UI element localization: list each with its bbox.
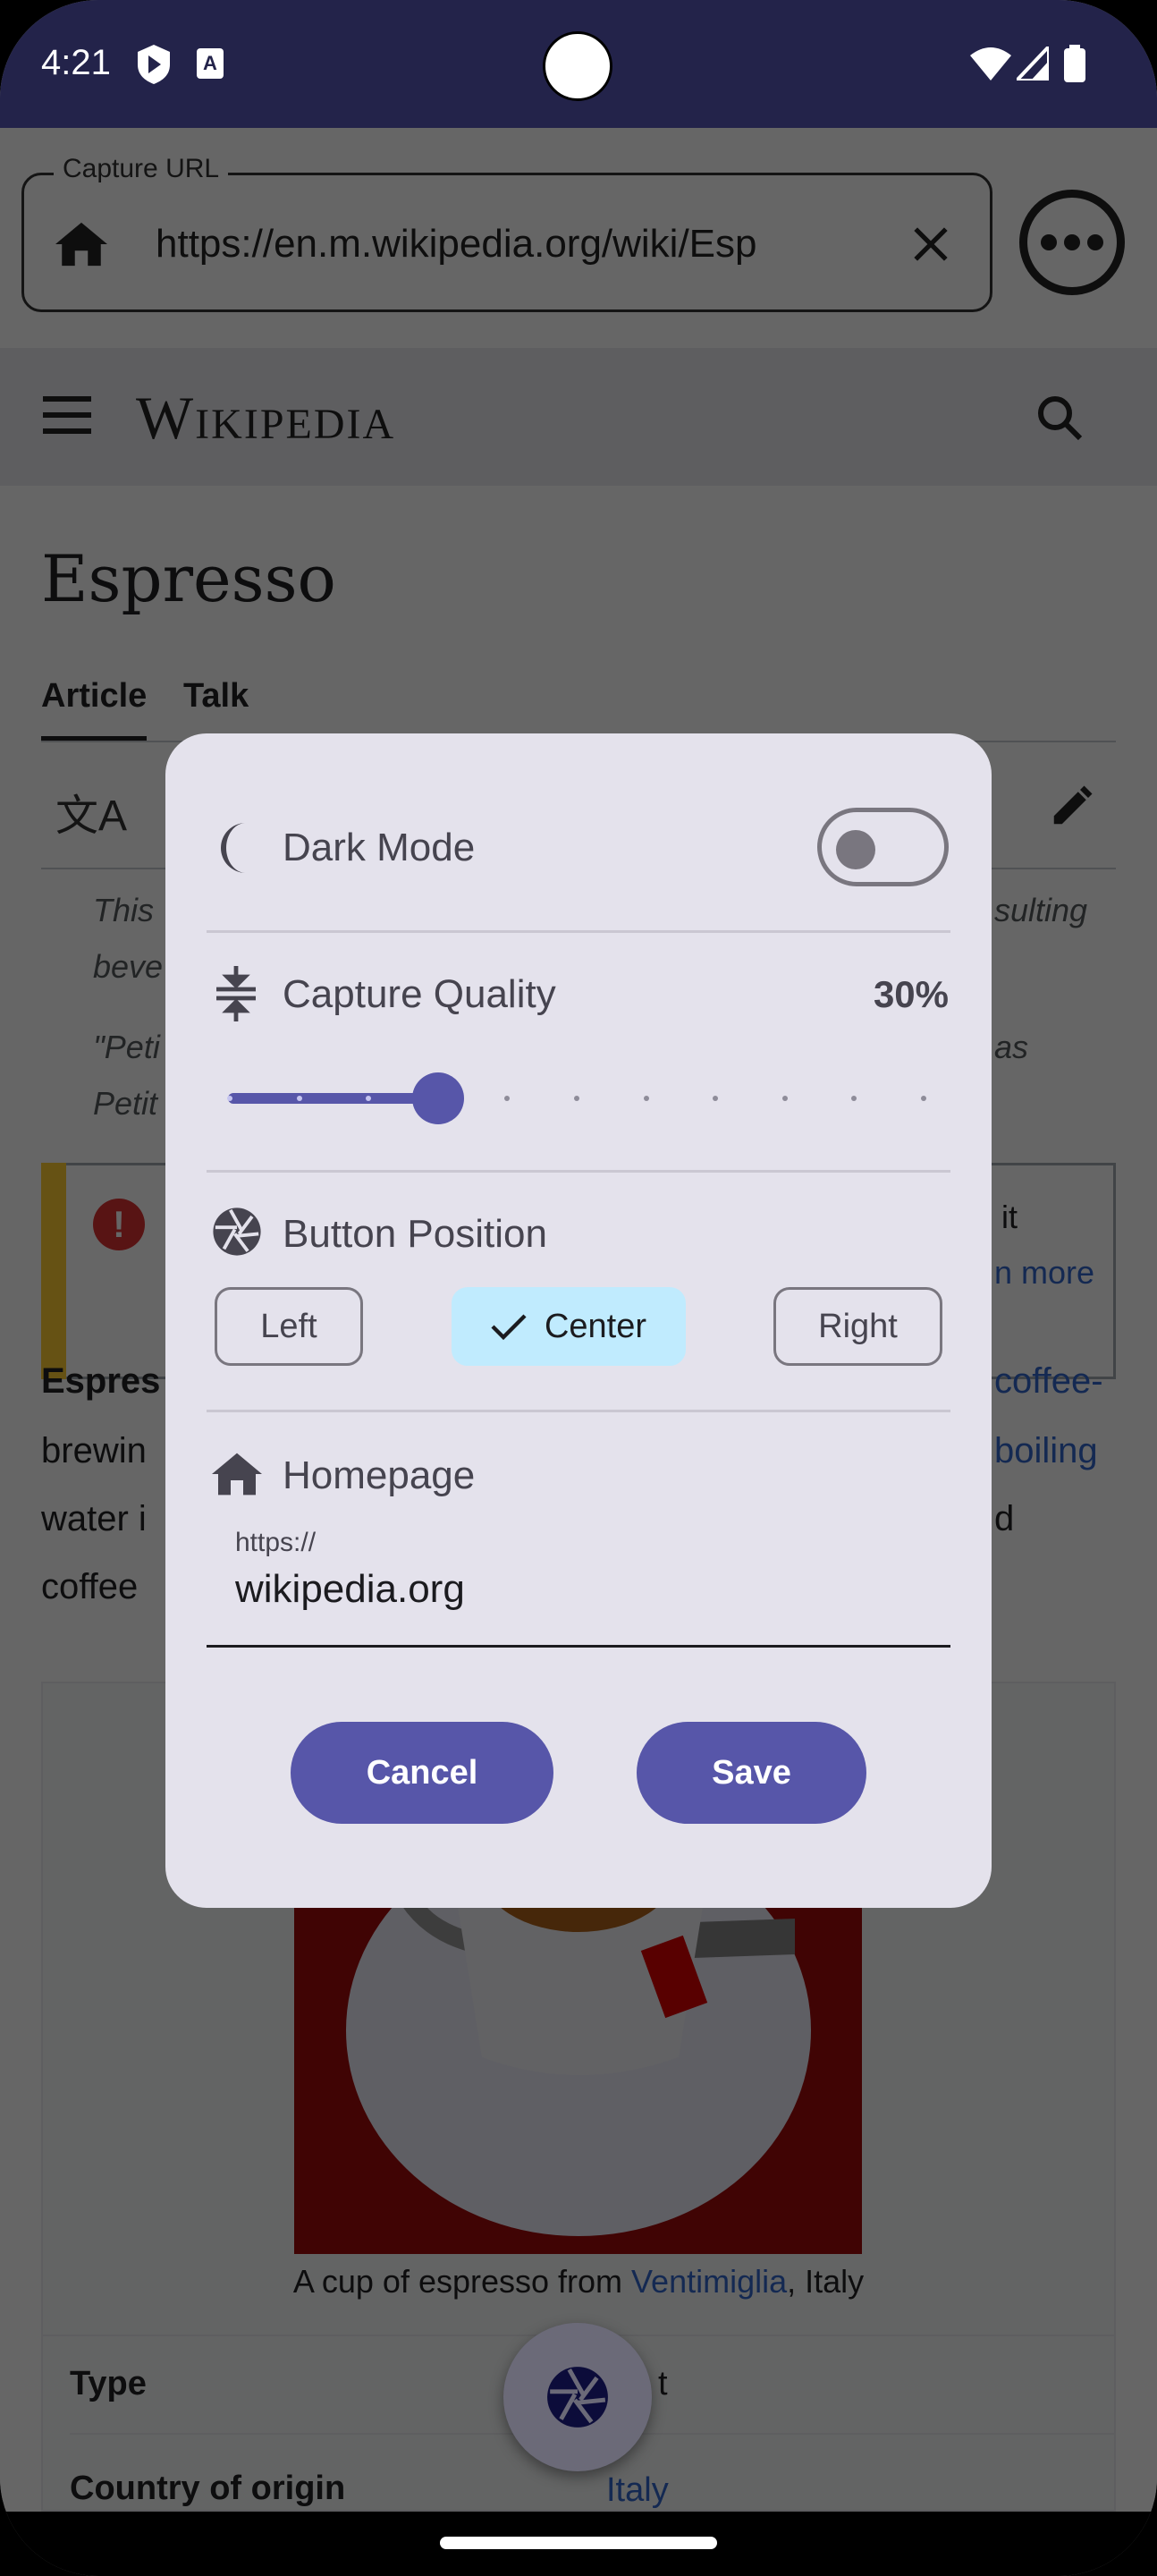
position-center-button[interactable]: Center [452,1287,686,1366]
body-text: d [994,1499,1015,1538]
status-bar: 4:21 A [0,0,1157,128]
caption-text: A cup of espresso from [292,2263,632,2300]
homepage-label: Homepage [283,1453,476,1497]
slider-tick [781,1096,788,1101]
check-icon [491,1314,527,1341]
slider-track-active [228,1093,438,1104]
capture-quality-slider[interactable] [227,1072,926,1125]
cancel-button[interactable]: Cancel [291,1722,553,1824]
slider-tick [851,1096,857,1101]
option-label: Center [544,1307,647,1345]
slider-tick [713,1096,719,1101]
slider-tick [574,1096,579,1101]
warning-text: it [1001,1199,1018,1235]
moon-icon [221,823,246,873]
status-time: 4:21 [41,43,111,82]
caption-text: , Italy [787,2263,865,2300]
hatnote-text: "Peti [93,1029,160,1065]
divider [207,930,950,933]
capture-quality-value: 30% [873,973,949,1015]
homepage-prefix: https:// [235,1528,317,1557]
body-text: coffee [41,1567,139,1606]
text-a-icon: A [197,48,224,79]
learn-more-link[interactable]: n more [994,1254,1094,1292]
infobox-label: Country of origin [70,2470,346,2507]
hatnote-text: sulting [994,892,1088,928]
divider [207,1170,950,1173]
slider-tick [643,1096,649,1101]
home-icon [55,222,107,267]
body-link[interactable]: coffee- [994,1361,1103,1402]
ventimiglia-link[interactable]: Ventimiglia [631,2263,787,2300]
italy-link[interactable]: Italy [606,2470,669,2510]
dark-mode-toggle[interactable] [817,808,949,886]
body-text: water i [41,1499,147,1538]
capture-quality-label: Capture Quality [283,972,556,1016]
signal-icon [1017,47,1049,80]
infobox-value: t [658,2365,668,2402]
close-icon[interactable] [912,225,950,263]
toggle-thumb [836,830,875,869]
home-icon [212,1453,262,1496]
slider-tick [504,1096,511,1101]
tab-article[interactable]: Article [41,677,147,716]
capture-url-input[interactable]: https://en.m.wikipedia.org/wiki/Esp [156,222,757,267]
position-left-button[interactable]: Left [215,1287,363,1366]
body-text: Espres [41,1361,161,1401]
more-button[interactable] [1019,190,1125,295]
hatnote-text: beve [93,948,164,985]
homepage-value: wikipedia.org [235,1567,465,1611]
battery-icon [1064,45,1085,82]
translate-icon[interactable]: 文A [55,780,127,843]
button-position-label: Button Position [283,1212,547,1256]
hatnote-text: This [93,892,155,928]
wikipedia-logo[interactable]: Wikipedia [136,383,395,453]
warning-icon: ! [93,1199,145,1250]
capture-url-label: Capture URL [54,154,229,184]
screen: 4:21 A Capture URL https://en.m.wikipedi… [0,0,1157,2576]
image-caption: A cup of espresso from Ventimiglia, Ital… [0,2263,1157,2301]
dark-mode-label: Dark Mode [283,826,476,869]
settings-dialog: Dark Mode Capture Quality 30% Button Pos… [165,733,992,1908]
search-icon[interactable] [1035,394,1082,440]
slider-tick [921,1096,926,1101]
edit-pencil-icon[interactable] [1048,782,1096,830]
option-label: Left [260,1307,317,1345]
home-gesture-handle[interactable] [440,2537,717,2549]
svg-text:A: A [203,52,217,74]
divider [207,1410,950,1412]
menu-icon[interactable] [43,395,91,435]
slider-tick [227,1096,232,1101]
hatnote-text: as [994,1029,1029,1065]
warning-stripe [41,1163,66,1379]
slider-thumb[interactable] [411,1072,464,1124]
camera-shutter-icon [213,1208,261,1256]
infobox-label: Type [70,2365,147,2402]
save-button[interactable]: Save [637,1722,866,1824]
shield-play-icon [138,45,170,84]
body-link[interactable]: boiling [994,1431,1098,1471]
hatnote-text: Petit [93,1085,158,1122]
tab-talk[interactable]: Talk [183,677,249,716]
camera-shutter-icon [547,2367,608,2428]
position-right-button[interactable]: Right [773,1287,942,1366]
homepage-input[interactable]: https:// wikipedia.org [207,1521,950,1648]
option-label: Right [818,1307,898,1345]
body-text: brewin [41,1431,147,1470]
wifi-icon [970,47,1011,80]
camera-cutout [543,31,612,101]
compress-icon [216,966,256,1021]
slider-tick [296,1096,302,1101]
article-title: Espresso [41,541,336,616]
capture-fab[interactable] [503,2323,652,2471]
